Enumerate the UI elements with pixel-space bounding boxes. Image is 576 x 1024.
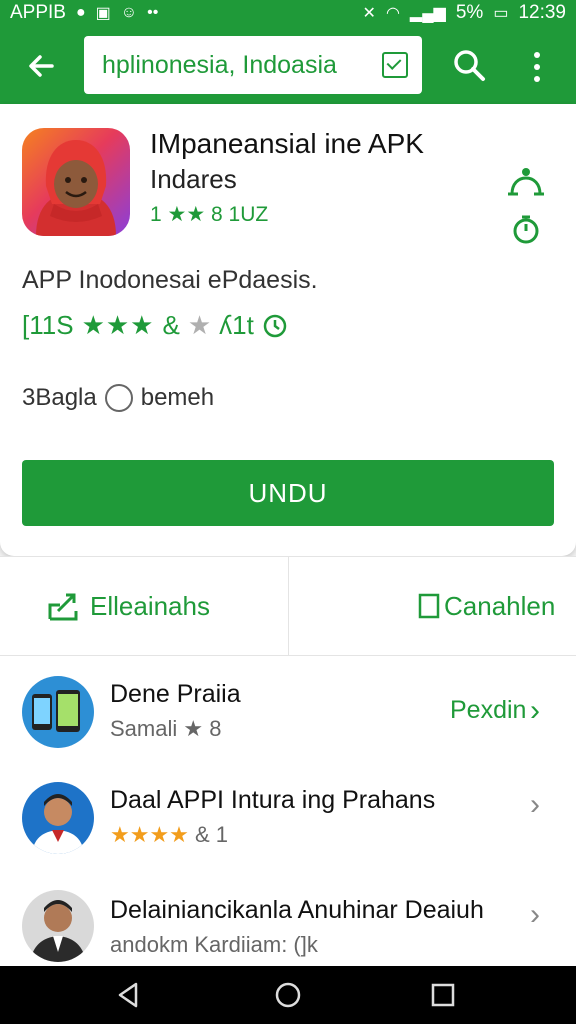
list-item[interactable]: Delainiancikanla Anuhinar Deaiuh andokm … bbox=[0, 876, 576, 966]
chevron-right-icon: › bbox=[530, 694, 540, 727]
meta-right: bemeh bbox=[140, 384, 215, 411]
actions-row: Elleainahs Canahlen bbox=[0, 556, 576, 656]
chevron-right-icon[interactable]: › bbox=[530, 898, 540, 932]
rating-prefix: [11S bbox=[22, 310, 74, 340]
search-field[interactable]: hplinonesia, Indoasia bbox=[84, 36, 422, 94]
profile-icon bbox=[104, 384, 133, 412]
list-item-subtitle: andokm Kardiiam: (]k bbox=[110, 932, 318, 957]
rating-extra: ʎ1t bbox=[219, 310, 254, 340]
nav-recents-icon[interactable] bbox=[428, 980, 458, 1010]
nav-home-icon[interactable] bbox=[273, 980, 303, 1010]
list-item[interactable]: Dene Praiia Samali ★ 8 Pexdin › bbox=[0, 656, 576, 766]
app-meta: 3Bagla bemeh bbox=[22, 384, 214, 412]
app-detail-card: IMpaneansial ine APK Indares 1 ★★ 8 1UZ … bbox=[0, 104, 576, 556]
install-button[interactable]: UNDU bbox=[22, 460, 554, 526]
mute-icon: ✕ bbox=[362, 5, 376, 22]
status-bar: APPIB ● ▣ ☺ •• ✕ ◠ ▂▄▆ 5% ▭ 12:39 bbox=[0, 0, 576, 26]
list-item-subtitle: ★★★★ & 1 bbox=[110, 822, 228, 848]
wifi-icon: ◠ bbox=[385, 5, 400, 22]
list-item-action[interactable]: Pexdin bbox=[450, 696, 526, 725]
checkbox-icon[interactable] bbox=[382, 52, 408, 78]
share-action[interactable]: Elleainahs bbox=[46, 557, 210, 655]
list-item-title: Delainiancikanla Anuhinar Deaiuh bbox=[110, 896, 484, 924]
person-avatar bbox=[22, 782, 94, 854]
app-developer: Indares bbox=[150, 164, 237, 194]
search-input[interactable]: hplinonesia, Indoasia bbox=[102, 51, 382, 80]
rating-empty-star: ★ bbox=[187, 310, 212, 340]
app-rating: 1 ★★ 8 1UZ bbox=[150, 203, 269, 226]
list-item-title: Daal APPI Intura ing Prahans bbox=[110, 786, 436, 814]
app-icon bbox=[22, 128, 130, 236]
notification-icon: ● bbox=[75, 4, 86, 21]
cancel-action-label: Canahlen bbox=[444, 590, 556, 621]
cancel-action[interactable]: Canahlen bbox=[418, 557, 555, 655]
more-notifications-icon: •• bbox=[147, 4, 159, 21]
chevron-right-icon[interactable]: › bbox=[530, 788, 540, 822]
nav-back-icon[interactable] bbox=[114, 980, 144, 1010]
share-action-label: Elleainahs bbox=[90, 590, 210, 621]
app-description: APP Inodonesai ePdaesis. bbox=[22, 266, 318, 294]
list-item-stars: ★★★★ bbox=[110, 822, 189, 847]
square-icon bbox=[418, 593, 440, 619]
battery-icon: ▭ bbox=[493, 5, 509, 22]
message-icon: ▣ bbox=[95, 5, 111, 22]
top-app-bar: hplinonesia, Indoasia bbox=[0, 26, 576, 104]
clock: 12:39 bbox=[518, 2, 566, 23]
rating-stars: ★★★ bbox=[81, 310, 155, 340]
rating-suffix: & bbox=[162, 310, 180, 340]
share-arrow-icon bbox=[48, 593, 78, 621]
clock-icon bbox=[263, 314, 287, 337]
more-options-icon[interactable] bbox=[530, 52, 544, 82]
actions-divider bbox=[288, 557, 289, 655]
timer-icon[interactable] bbox=[504, 213, 548, 247]
signal-icon: ▂▄▆ bbox=[409, 5, 446, 22]
list-item[interactable]: Daal APPI Intura ing Prahans ★★★★ & 1 › bbox=[0, 766, 576, 876]
back-arrow-icon[interactable] bbox=[22, 46, 62, 86]
related-apps-list: Dene Praiia Samali ★ 8 Pexdin › Daal APP… bbox=[0, 656, 576, 966]
app-title: IMpaneansial ine APK bbox=[150, 128, 424, 159]
person-avatar bbox=[22, 890, 94, 962]
battery-level: 5% bbox=[455, 2, 484, 23]
list-item-subtitle-rest: & 1 bbox=[195, 822, 229, 847]
list-item-title: Dene Praiia bbox=[110, 680, 241, 708]
search-icon[interactable] bbox=[452, 48, 486, 82]
share-icon[interactable] bbox=[504, 164, 548, 204]
system-nav-bar bbox=[0, 966, 576, 1024]
phones-avatar-icon bbox=[22, 676, 94, 748]
emoji-icon: ☺ bbox=[120, 4, 138, 21]
list-item-subtitle: Samali ★ 8 bbox=[110, 716, 222, 741]
app-rating-detail: [11S ★★★ & ★ ʎ1t bbox=[22, 310, 288, 341]
status-app-text: APPIB bbox=[10, 2, 66, 23]
meta-left: 3Bagla bbox=[22, 384, 97, 411]
